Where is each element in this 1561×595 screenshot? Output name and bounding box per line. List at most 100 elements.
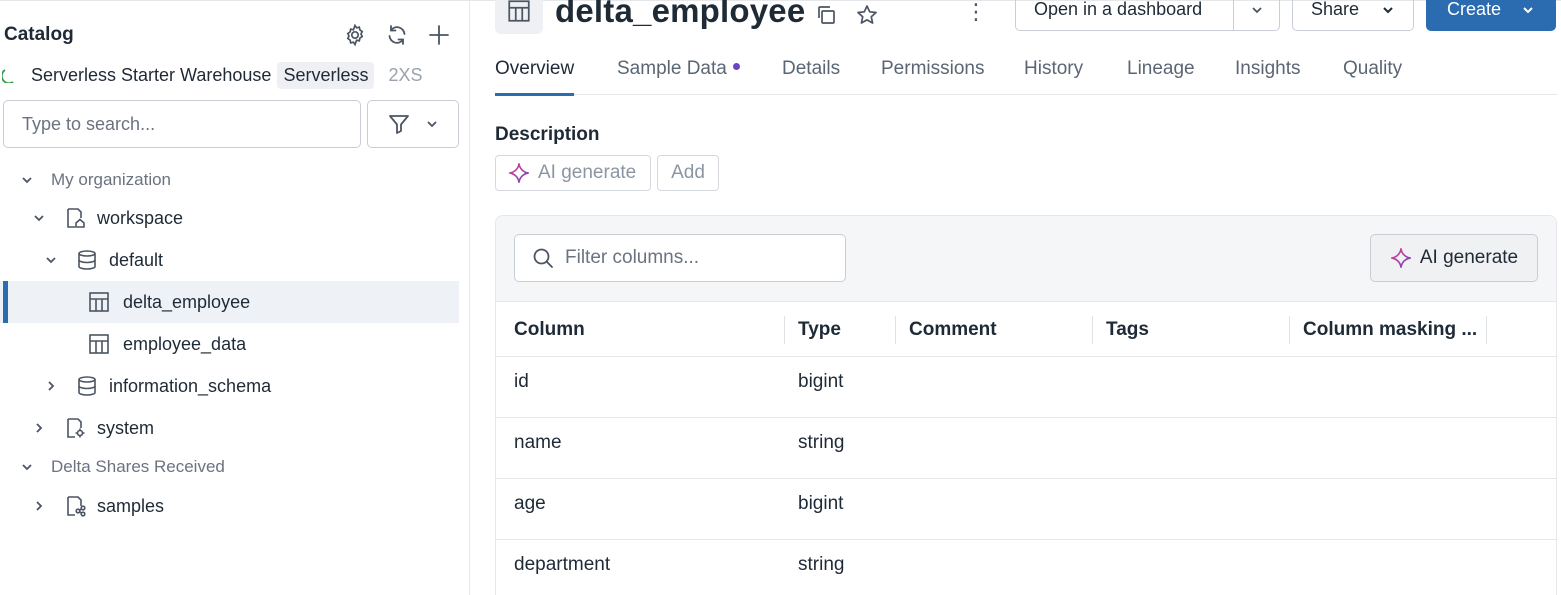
- database-icon: [75, 248, 99, 272]
- add-description-button[interactable]: Add: [657, 155, 719, 191]
- cell-column-type: bigint: [798, 371, 844, 392]
- tree-item-default[interactable]: default: [0, 239, 459, 281]
- tab-label: History: [1024, 58, 1084, 79]
- tree-item-information-schema[interactable]: information_schema: [0, 365, 459, 407]
- warehouse-name: Serverless Starter Warehouse: [31, 64, 272, 85]
- table-icon: [495, 0, 543, 34]
- tab-overview[interactable]: Overview: [495, 58, 575, 96]
- open-dashboard-label: Open in a dashboard: [1034, 0, 1203, 19]
- share-button[interactable]: Share: [1292, 0, 1414, 31]
- chevron-right-icon: [31, 420, 47, 436]
- share-label: Share: [1310, 0, 1360, 19]
- chevron-down-icon[interactable]: [1233, 0, 1279, 30]
- ai-generate-description-button[interactable]: AI generate: [495, 155, 651, 191]
- cell-column-name: id: [514, 371, 529, 392]
- ai-generate-label: AI generate: [538, 162, 637, 183]
- chevron-down-icon: [31, 210, 47, 226]
- filter-button[interactable]: [367, 100, 459, 148]
- search-icon: [533, 248, 553, 268]
- tab-label: Overview: [495, 58, 575, 79]
- tree-item-samples[interactable]: samples: [0, 485, 459, 527]
- table-row[interactable]: department string: [496, 540, 1556, 595]
- tab-permissions[interactable]: Permissions: [881, 58, 984, 95]
- ai-generate-label: AI generate: [1419, 247, 1519, 268]
- tab-sample-data[interactable]: Sample Data: [617, 58, 740, 95]
- filter-icon: [389, 115, 409, 134]
- column-header-column-masking[interactable]: Column masking ...: [1303, 302, 1477, 357]
- create-button[interactable]: Create: [1426, 0, 1556, 31]
- tab-label: Insights: [1235, 58, 1301, 79]
- tree-item-label: default: [109, 249, 164, 270]
- cell-column-name: age: [514, 493, 546, 514]
- spinner-icon: [2, 69, 14, 83]
- refresh-icon[interactable]: [382, 20, 412, 50]
- table-row[interactable]: name string: [496, 418, 1556, 479]
- tab-details[interactable]: Details: [782, 58, 840, 95]
- table-icon: [87, 290, 111, 314]
- tree-section-my-organization[interactable]: My organization: [0, 162, 459, 198]
- chevron-down-icon: [43, 252, 59, 268]
- chevron-down-icon: [1523, 6, 1533, 13]
- table-header: Column Type Comment Tags Column masking …: [496, 302, 1556, 357]
- tab-history[interactable]: History: [1024, 58, 1083, 95]
- cell-column-name: department: [514, 554, 611, 575]
- table-row[interactable]: id bigint: [496, 357, 1556, 418]
- catalog-search[interactable]: [3, 100, 361, 148]
- sparkle-icon: [1390, 248, 1411, 268]
- column-resize-handle[interactable]: [784, 316, 785, 344]
- column-resize-handle[interactable]: [1092, 316, 1093, 344]
- create-label: Create: [1446, 0, 1502, 19]
- chevron-down-icon: [427, 121, 437, 128]
- tree-item-label: workspace: [97, 207, 184, 228]
- system-catalog-icon: [63, 416, 87, 440]
- column-resize-handle[interactable]: [1486, 316, 1487, 344]
- cell-column-type: string: [798, 554, 845, 575]
- table-row[interactable]: age bigint: [496, 479, 1556, 540]
- table-icon: [87, 332, 111, 356]
- columns-panel-toolbar: AI generate: [496, 216, 1556, 302]
- chevron-right-icon: [43, 378, 59, 394]
- tab-lineage[interactable]: Lineage: [1127, 58, 1195, 95]
- filter-columns-input[interactable]: [565, 247, 825, 269]
- tree-item-label: information_schema: [109, 375, 272, 396]
- page-title: delta_employee: [555, 0, 806, 29]
- tab-label: Permissions: [881, 58, 985, 79]
- gear-icon[interactable]: [340, 20, 370, 50]
- catalog-actions: [340, 20, 454, 50]
- chevron-down-icon: [19, 459, 35, 475]
- columns-panel: AI generate Column Type Comment Tags Col…: [495, 215, 1557, 595]
- warehouse-selector[interactable]: Serverless Starter Warehouse Serverless …: [0, 60, 423, 90]
- star-icon[interactable]: [854, 2, 880, 28]
- column-header-tags[interactable]: Tags: [1106, 302, 1149, 357]
- column-resize-handle[interactable]: [895, 316, 896, 344]
- tab-label: Quality: [1343, 58, 1403, 79]
- catalog-icon: [63, 206, 87, 230]
- tree-item-system[interactable]: system: [0, 407, 459, 449]
- tree-section-delta-shares[interactable]: Delta Shares Received: [0, 449, 459, 485]
- column-header-type[interactable]: Type: [798, 302, 841, 357]
- catalog-sidebar: Catalog Serverless Starter Warehouse Ser…: [0, 0, 470, 595]
- tree-item-delta-employee[interactable]: delta_employee: [0, 281, 459, 323]
- copy-icon[interactable]: [813, 2, 839, 28]
- more-options-icon[interactable]: ⋮: [965, 0, 987, 26]
- cell-column-type: string: [798, 432, 845, 453]
- column-resize-handle[interactable]: [1289, 316, 1290, 344]
- column-header-column[interactable]: Column: [514, 302, 585, 357]
- search-input[interactable]: [22, 113, 342, 135]
- plus-icon[interactable]: [424, 20, 454, 50]
- tree-section-label: My organization: [51, 170, 172, 189]
- tab-label: Lineage: [1127, 58, 1195, 79]
- filter-columns-field[interactable]: [514, 234, 846, 282]
- tree-item-label: delta_employee: [123, 291, 251, 312]
- cell-column-name: name: [514, 432, 562, 453]
- warehouse-size: 2XS: [388, 64, 423, 85]
- tree-item-label: system: [97, 417, 155, 438]
- tab-label: Details: [782, 58, 841, 79]
- ai-generate-columns-button[interactable]: AI generate: [1370, 234, 1538, 282]
- column-header-comment[interactable]: Comment: [909, 302, 997, 357]
- tab-quality[interactable]: Quality: [1343, 58, 1402, 95]
- tree-item-employee-data[interactable]: employee_data: [0, 323, 459, 365]
- tree-item-workspace[interactable]: workspace: [0, 197, 459, 239]
- open-dashboard-button[interactable]: Open in a dashboard: [1015, 0, 1280, 31]
- tab-insights[interactable]: Insights: [1235, 58, 1300, 95]
